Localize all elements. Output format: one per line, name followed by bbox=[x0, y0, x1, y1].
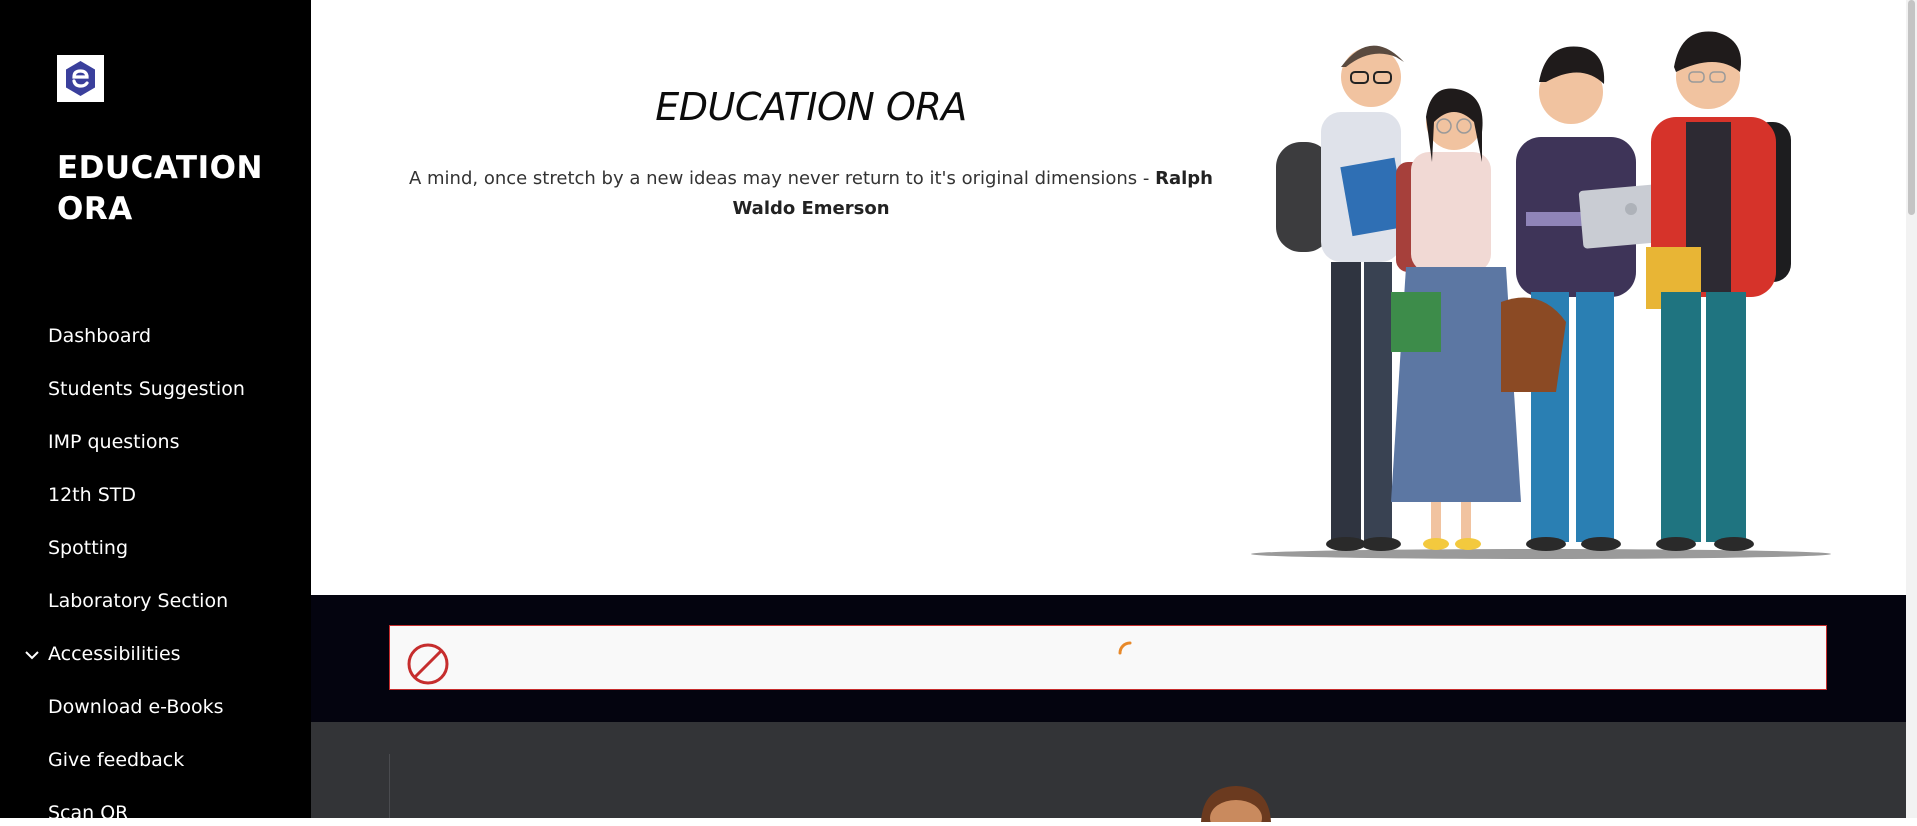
sidebar-item-label: Scan QR bbox=[48, 802, 129, 818]
sidebar-item-dashboard[interactable]: Dashboard bbox=[0, 310, 311, 363]
sidebar-item-label: Give feedback bbox=[48, 749, 185, 771]
section-divider bbox=[389, 754, 390, 818]
lower-section bbox=[311, 722, 1906, 826]
sidebar-item-label: Students Suggestion bbox=[48, 378, 245, 400]
embed-band bbox=[311, 595, 1906, 722]
sidebar-item-label: Dashboard bbox=[48, 325, 152, 347]
page-scrollbar[interactable] bbox=[1906, 0, 1917, 818]
blocked-icon bbox=[406, 642, 450, 690]
sidebar-item-spotting[interactable]: Spotting bbox=[0, 522, 311, 575]
sidebar-item-label: Laboratory Section bbox=[48, 590, 229, 612]
chevron-down-icon[interactable] bbox=[24, 628, 42, 681]
scrollbar-thumb[interactable] bbox=[1908, 0, 1915, 215]
logo-icon[interactable] bbox=[57, 55, 104, 102]
spinner-icon bbox=[1115, 638, 1145, 672]
sidebar-nav: Dashboard Students Suggestion IMP questi… bbox=[0, 310, 311, 818]
sidebar-item-scan-qr[interactable]: Scan QR bbox=[0, 787, 311, 818]
hero-section: EDUCATION ORA A mind, once stretch by a … bbox=[311, 0, 1906, 595]
sidebar-item-give-feedback[interactable]: Give feedback bbox=[0, 734, 311, 787]
hero-title: EDUCATION ORA bbox=[655, 85, 967, 130]
sidebar-item-students-suggestion[interactable]: Students Suggestion bbox=[0, 363, 311, 416]
sidebar-item-laboratory-section[interactable]: Laboratory Section bbox=[0, 575, 311, 628]
sidebar-item-12th-std[interactable]: 12th STD bbox=[0, 469, 311, 522]
sidebar-item-label: IMP questions bbox=[48, 431, 180, 453]
quote-text: A mind, once stretch by a new ideas may … bbox=[408, 168, 1156, 189]
sidebar-item-imp-questions[interactable]: IMP questions bbox=[0, 416, 311, 469]
students-illustration bbox=[1246, 22, 1846, 562]
brand-title[interactable]: EDUCATION ORA bbox=[57, 148, 277, 230]
sidebar: EDUCATION ORA Dashboard Students Suggest… bbox=[0, 0, 311, 818]
sidebar-item-label: 12th STD bbox=[48, 484, 137, 506]
sidebar-item-accessibilities[interactable]: Accessibilities bbox=[0, 628, 311, 681]
person-avatar-illustration bbox=[1191, 782, 1281, 826]
sidebar-item-label: Spotting bbox=[48, 537, 129, 559]
blocked-embed-frame[interactable] bbox=[389, 625, 1827, 690]
sidebar-item-label: Accessibilities bbox=[48, 643, 181, 665]
sidebar-item-download-ebooks[interactable]: Download e-Books bbox=[0, 681, 311, 734]
sidebar-item-label: Download e-Books bbox=[48, 696, 224, 718]
hero-quote: A mind, once stretch by a new ideas may … bbox=[401, 164, 1221, 224]
